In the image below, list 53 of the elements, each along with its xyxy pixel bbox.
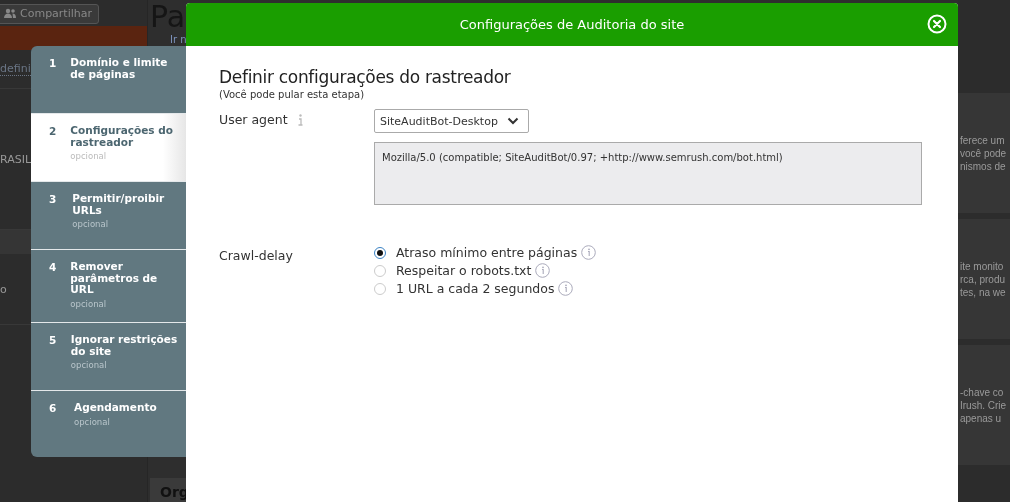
- step-number: 4: [49, 261, 57, 275]
- info-icon[interactable]: [535, 263, 551, 278]
- dialog-title: Configurações de Auditoria do site: [459, 17, 685, 32]
- user-agent-field[interactable]: Mozilla/5.0 (compatible; SiteAuditBot/0.97; +http://www.semrush.com/bot.html): [374, 142, 922, 205]
- info-icon[interactable]: [296, 114, 303, 126]
- section-subtitle: (Você pode pular esta etapa): [219, 89, 366, 100]
- card-text: você pode: [959, 146, 1008, 160]
- chevron-icon: [507, 117, 519, 125]
- step-number: 5: [49, 334, 57, 348]
- card-text: ite monito: [959, 259, 1005, 273]
- info-icon[interactable]: [581, 245, 597, 260]
- step-title: Remover parâmetros de URL: [70, 261, 159, 296]
- card-text: -chave co: [959, 385, 1005, 399]
- step-note: opcional: [74, 416, 111, 427]
- option-label[interactable]: Respeitar o robots.txt: [396, 263, 532, 278]
- people-icon: [3, 7, 17, 18]
- card-text: apenas u: [959, 411, 1003, 425]
- step-number: 1: [49, 57, 57, 71]
- step-title: Configurações do rastreador: [70, 125, 174, 148]
- link[interactable]: Ir n: [170, 34, 187, 45]
- step-item[interactable]: 6 Agendamento opcional: [31, 391, 186, 457]
- card-text: nismos de: [959, 159, 1007, 173]
- section-title: Definir configurações do rastreador: [219, 67, 512, 87]
- step-note: opcional: [70, 151, 108, 161]
- field-label: User agent: [219, 112, 288, 127]
- step-note: opcional: [70, 298, 108, 309]
- step-title: Ignorar restrições do site: [70, 334, 178, 357]
- card-text: ferece um: [959, 133, 1006, 147]
- step-number: 2: [49, 125, 57, 139]
- close-icon[interactable]: [927, 14, 947, 34]
- row-text: o: [0, 282, 7, 296]
- share-button[interactable]: Compartilhar: [0, 4, 100, 24]
- card-text: Irush. Crie: [959, 398, 1008, 412]
- step-number: 6: [49, 402, 58, 416]
- step-title: Domínio e limite de páginas: [70, 57, 169, 80]
- option-label[interactable]: 1 URL a cada 2 segundos: [396, 281, 555, 296]
- step-title: Agendamento: [74, 402, 157, 414]
- field-label: Crawl-delay: [219, 248, 293, 263]
- step-item[interactable]: 5 Ignorar restrições do site opcional: [31, 323, 186, 391]
- step-note: opcional: [72, 219, 110, 229]
- step-number: 3: [49, 193, 58, 207]
- card-text: tes, na we: [959, 285, 1007, 299]
- info-icon[interactable]: [558, 281, 574, 296]
- card-text: rca, produ: [959, 272, 1007, 286]
- row-text: RASIL: [0, 152, 32, 166]
- step-item[interactable]: 3 Permitir/proibir URLs opcional: [31, 182, 186, 250]
- option-label[interactable]: Atraso mínimo entre páginas: [396, 245, 578, 260]
- step-title: Permitir/proibir URLs: [72, 193, 166, 216]
- user-agent-dropdown[interactable]: SiteAuditBot-Desktop: [374, 109, 529, 133]
- step-item[interactable]: 4 Remover parâmetros de URL opcional: [31, 250, 186, 323]
- link[interactable]: defini: [0, 62, 31, 76]
- step-note: opcional: [70, 360, 108, 370]
- step-item[interactable]: 2 Configurações do rastreador opcional: [31, 114, 186, 182]
